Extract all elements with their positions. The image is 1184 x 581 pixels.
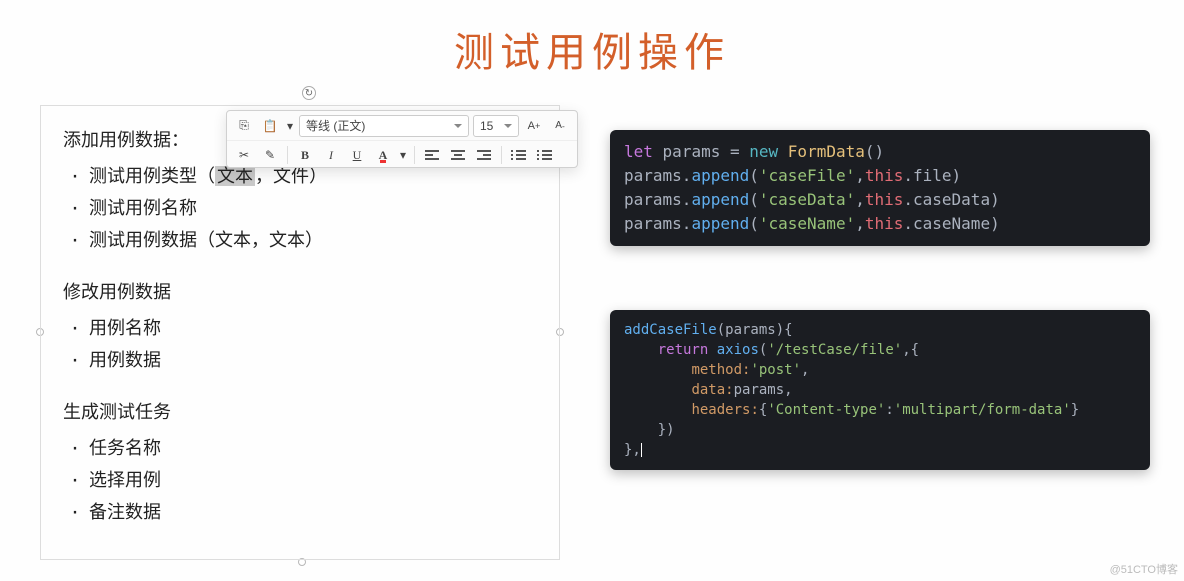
code-token: new [749,142,778,161]
code-token: }, [624,442,641,458]
align-center-button[interactable] [447,144,469,166]
code-token: 'Content-type' [767,402,885,418]
list-item-text: ，文件） [255,166,327,186]
code-token: }) [658,422,675,438]
code-token: method: [691,362,750,378]
list-item[interactable]: 任务名称 [67,432,537,464]
code-token: ( [749,166,759,185]
format-painter-icon[interactable]: ✎ [259,144,281,166]
code-token: this [865,214,904,233]
code-token: , [855,190,865,209]
bold-button[interactable]: B [294,144,316,166]
code-token: let [624,142,653,161]
mini-format-toolbar[interactable]: ⎘ 📋 ▾ 等线 (正文) 15 A+ A- ✂ ✎ B I U A ▾ [226,110,578,168]
bullet-list-button[interactable] [508,144,530,166]
code-token: .caseName) [903,214,999,233]
italic-button[interactable]: I [320,144,342,166]
underline-button[interactable]: U [346,144,368,166]
code-token: = [720,142,749,161]
code-token: .file) [903,166,961,185]
slide-title: 测试用例操作 [0,0,1184,78]
code-token: ( [749,190,759,209]
code-token: : [885,402,893,418]
text-cursor-icon [641,443,642,457]
code-token: '/testCase/file' [767,342,902,358]
section-list-edit: 用例名称 用例数据 [63,312,537,376]
code-token: params, [734,382,793,398]
code-token: params. [624,190,691,209]
toolbar-separator [414,146,415,164]
font-size-select[interactable]: 15 [473,115,519,137]
align-right-button[interactable] [473,144,495,166]
code-token: () [865,142,884,161]
code-token: 'caseName' [759,214,855,233]
code-token: ,{ [902,342,919,358]
dropdown-arrow-icon[interactable]: ▾ [285,115,295,137]
list-item[interactable]: 用例名称 [67,312,537,344]
code-token: return [658,342,709,358]
list-item[interactable]: 测试用例数据（文本，文本） [67,224,537,256]
list-item-text: 测试用例类型（ [89,166,215,186]
code-token: data: [691,382,733,398]
text-content-box[interactable]: 添加用例数据： 测试用例类型（文本，文件） 测试用例名称 测试用例数据（文本，文… [40,105,560,560]
code-token: , [855,166,865,185]
code-token: ( [749,214,759,233]
code-token: (params){ [717,322,793,338]
font-size-value: 15 [480,119,493,133]
selected-text[interactable]: 文本 [215,166,255,186]
code-token: append [691,214,749,233]
code-token: FormData [788,142,865,161]
code-block-params: let params = new FormData() params.appen… [610,130,1150,246]
code-token: addCaseFile [624,322,717,338]
section-heading-edit: 修改用例数据 [63,278,537,304]
list-item[interactable]: 备注数据 [67,496,537,528]
code-token: } [1071,402,1079,418]
toolbar-separator [287,146,288,164]
code-token: params. [624,166,691,185]
code-token: headers: [691,402,758,418]
section-list-task: 任务名称 选择用例 备注数据 [63,432,537,528]
font-family-select[interactable]: 等线 (正文) [299,115,469,137]
cut-icon[interactable]: ✂ [233,144,255,166]
list-item[interactable]: 用例数据 [67,344,537,376]
code-token: , [855,214,865,233]
section-list-add: 测试用例类型（文本，文件） 测试用例名称 测试用例数据（文本，文本） [63,160,537,256]
font-color-button[interactable]: A [372,144,394,166]
decrease-font-icon[interactable]: A- [549,115,571,137]
copy-icon[interactable]: ⎘ [233,115,255,137]
toolbar-row-1: ⎘ 📋 ▾ 等线 (正文) 15 A+ A- [227,111,577,140]
increase-font-icon[interactable]: A+ [523,115,545,137]
numbered-list-button[interactable] [534,144,556,166]
watermark-text: @51CTO博客 [1110,561,1178,577]
code-token: axios [717,342,759,358]
code-token: append [691,166,749,185]
rotate-handle-icon[interactable]: ↻ [302,86,316,100]
code-token: .caseData) [903,190,999,209]
code-token: 'post' [750,362,801,378]
code-token: 'caseFile' [759,166,855,185]
font-color-dropdown-icon[interactable]: ▾ [398,144,408,166]
code-token: , [801,362,809,378]
align-left-button[interactable] [421,144,443,166]
code-token: 'multipart/form-data' [894,402,1071,418]
list-item[interactable]: 测试用例名称 [67,192,537,224]
code-token: params. [624,214,691,233]
code-block-addcasefile: addCaseFile(params){ return axios('/test… [610,310,1150,470]
toolbar-separator [501,146,502,164]
section-heading-task: 生成测试任务 [63,398,537,424]
code-token: 'caseData' [759,190,855,209]
toolbar-row-2: ✂ ✎ B I U A ▾ [227,140,577,169]
slide-canvas: 测试用例操作 ↻ 添加用例数据： 测试用例类型（文本，文件） 测试用例名称 测试… [0,0,1184,581]
code-token: params [663,142,721,161]
code-token: this [865,190,904,209]
code-token: this [865,166,904,185]
code-token: append [691,190,749,209]
list-item[interactable]: 选择用例 [67,464,537,496]
font-family-value: 等线 (正文) [306,117,365,134]
clipboard-icon[interactable]: 📋 [259,115,281,137]
